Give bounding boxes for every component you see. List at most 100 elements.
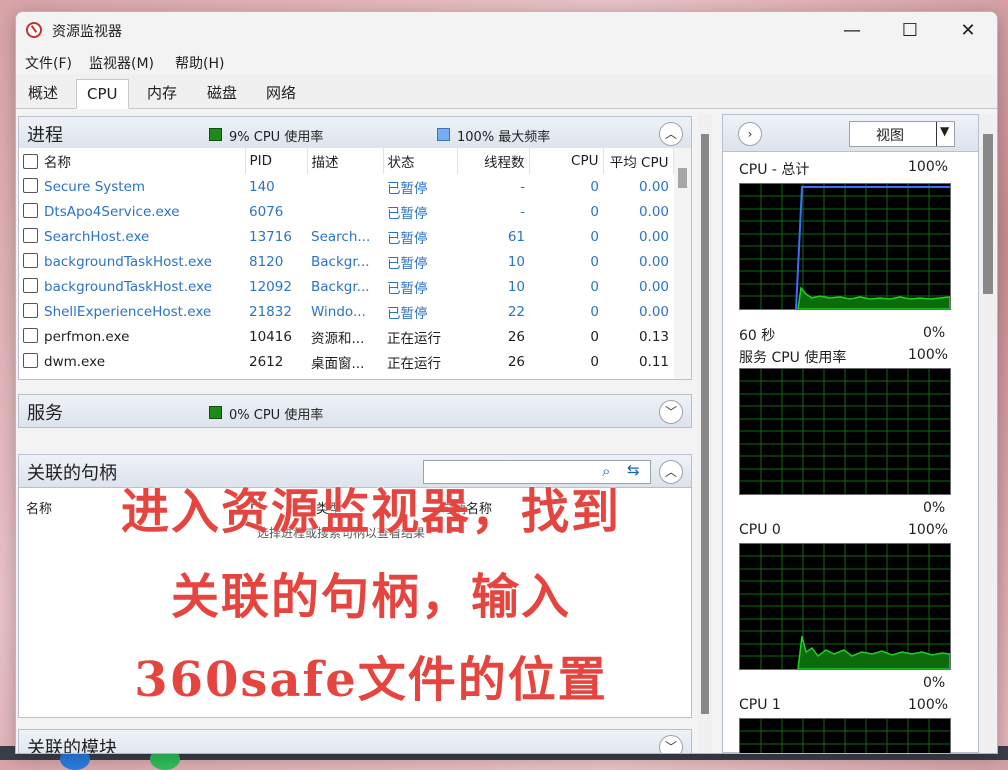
process-name: DtsApo4Service.exe [44, 204, 180, 220]
column-name[interactable]: 名称 [19, 148, 246, 174]
graph-min: 0% [923, 500, 946, 516]
table-row[interactable]: backgroundTaskHost.exe 8120 Backgr... 已暂停 10… [19, 249, 673, 274]
graphs-toolbar: › 视图 ▼ [723, 115, 978, 152]
processes-table-container: 名称 PID 描述 状态 线程数 CPU 平均 CPU Secure Syste… [18, 148, 692, 380]
processes-table: 名称 PID 描述 状态 线程数 CPU 平均 CPU Secure Syste… [19, 148, 674, 374]
processes-cpu-usage: 9% CPU 使用率 [229, 130, 324, 145]
expand-chevron-down-icon[interactable]: ﹀ [659, 735, 683, 753]
dropdown-divider [936, 122, 937, 146]
graph-title: CPU 0 [739, 522, 781, 538]
view-dropdown[interactable]: 视图 ▼ [849, 121, 955, 147]
process-pid: 10416 [249, 328, 292, 345]
collapse-chevron-up-icon[interactable]: ︿ [659, 122, 683, 146]
row-checkbox[interactable] [23, 278, 38, 293]
process-name-cell: Secure System [19, 174, 245, 199]
tab-overview[interactable]: 概述 [18, 79, 68, 107]
menu-file[interactable]: 文件(F) [25, 53, 72, 73]
process-average-cpu: 0.00 [638, 203, 669, 220]
table-row[interactable]: Secure System 140 已暂停 - 0 0.00 [19, 174, 673, 199]
close-button[interactable]: ✕ [939, 12, 997, 50]
dropdown-arrow-icon[interactable]: ▼ [940, 124, 949, 138]
process-description: Windo... [311, 303, 366, 320]
column-status[interactable]: 状态 [383, 148, 458, 174]
table-row[interactable]: perfmon.exe 10416 资源和... 正在运行 26 0 0.13 [19, 324, 673, 349]
row-checkbox[interactable] [23, 203, 38, 218]
overlay-caption-line-3: 360safe文件的位置 [134, 652, 608, 708]
process-average-cpu: 0.00 [638, 253, 669, 270]
table-header-row: 名称 PID 描述 状态 线程数 CPU 平均 CPU [19, 148, 674, 174]
row-checkbox[interactable] [23, 328, 38, 343]
row-checkbox[interactable] [23, 253, 38, 268]
table-row[interactable]: backgroundTaskHost.exe 12092 Backgr... 已暂停 1… [19, 274, 673, 299]
process-pid: 2612 [249, 353, 284, 370]
process-cpu: 0 [590, 278, 599, 295]
process-threads: 10 [507, 253, 525, 270]
scrollbar-thumb[interactable] [678, 168, 687, 188]
window-title: 资源监视器 [52, 24, 122, 40]
column-description[interactable]: 描述 [307, 148, 384, 174]
process-name: ShellExperienceHost.exe [44, 304, 212, 320]
graph-min: 0% [923, 675, 946, 691]
process-status: 已暂停 [387, 305, 428, 322]
menu-help[interactable]: 帮助(H) [175, 53, 224, 73]
process-description: Search... [311, 228, 371, 245]
processes-header[interactable]: 进程 9% CPU 使用率 100% 最大频率 ︿ [18, 116, 692, 150]
process-threads: 22 [507, 303, 525, 320]
process-pid: 13716 [249, 228, 292, 245]
tab-memory[interactable]: 内存 [137, 79, 187, 107]
process-average-cpu: 0.13 [638, 328, 669, 345]
minimize-button[interactable]: — [823, 12, 881, 50]
processes-scrollbar[interactable] [674, 148, 691, 379]
process-cpu: 0 [590, 303, 599, 320]
scrollbar-thumb[interactable] [983, 134, 993, 294]
column-pid[interactable]: PID [245, 148, 308, 174]
process-description: 资源和... [311, 330, 365, 347]
max-frequency-legend-icon [437, 128, 450, 141]
services-header[interactable]: 服务 0% CPU 使用率 ﹀ [18, 394, 692, 428]
row-checkbox[interactable] [23, 303, 38, 318]
tab-network[interactable]: 网络 [256, 79, 306, 107]
cpu1-graph-svg [740, 719, 950, 753]
process-threads: 26 [507, 353, 525, 370]
splitter-handle[interactable] [701, 134, 709, 714]
column-threads[interactable]: 线程数 [457, 148, 530, 174]
overlay-caption-line-1: 进入资源监视器，找到 [120, 484, 621, 540]
graph-title: CPU - 总计 [739, 162, 810, 178]
cpu0-graph [739, 543, 951, 670]
process-status: 已暂停 [387, 255, 428, 272]
process-cpu: 0 [590, 328, 599, 345]
maximize-button[interactable]: ☐ [881, 12, 939, 50]
process-average-cpu: 0.00 [638, 278, 669, 295]
menu-monitor[interactable]: 监视器(M) [89, 53, 154, 73]
row-checkbox[interactable] [23, 178, 38, 193]
table-row[interactable]: SearchHost.exe 13716 Search... 已暂停 61 0 0.00 [19, 224, 673, 249]
resource-monitor-icon [26, 22, 42, 38]
process-threads: - [520, 203, 525, 220]
table-row[interactable]: ShellExperienceHost.exe 21832 Windo... 已暂停 2… [19, 299, 673, 324]
graphs-scrollbar[interactable] [979, 114, 997, 753]
chevron-right-icon[interactable]: › [738, 122, 762, 146]
tab-cpu[interactable]: CPU [76, 79, 129, 109]
process-name: backgroundTaskHost.exe [44, 279, 212, 295]
table-row[interactable]: DtsApo4Service.exe 6076 已暂停 - 0 0.00 [19, 199, 673, 224]
cpu-usage-legend-icon [209, 128, 222, 141]
graphs-pane: › 视图 ▼ CPU - 总计 100% 60 秒 0% 服务 CPU 使用率 … [722, 114, 979, 753]
process-name-cell: perfmon.exe [19, 324, 245, 349]
services-cpu-usage: 0% CPU 使用率 [229, 408, 324, 423]
graph-min: 0% [923, 325, 946, 341]
modules-header[interactable]: 关联的模块 ﹀ [18, 729, 692, 753]
row-checkbox[interactable] [23, 228, 38, 243]
process-status: 已暂停 [387, 230, 428, 247]
process-status: 已暂停 [387, 205, 428, 222]
column-cpu[interactable]: CPU [529, 148, 604, 174]
tab-disk[interactable]: 磁盘 [197, 79, 247, 107]
row-checkbox[interactable] [23, 353, 38, 368]
process-description [307, 199, 383, 224]
graph-max: 100% [908, 697, 949, 713]
expand-chevron-down-icon[interactable]: ﹀ [659, 400, 683, 424]
table-row[interactable]: dwm.exe 2612 桌面窗... 正在运行 26 0 0.11 [19, 349, 673, 374]
process-name-cell: DtsApo4Service.exe [19, 199, 245, 224]
process-description: Backgr... [311, 253, 370, 270]
select-all-checkbox[interactable] [23, 154, 38, 169]
column-average-cpu[interactable]: 平均 CPU [603, 148, 674, 174]
